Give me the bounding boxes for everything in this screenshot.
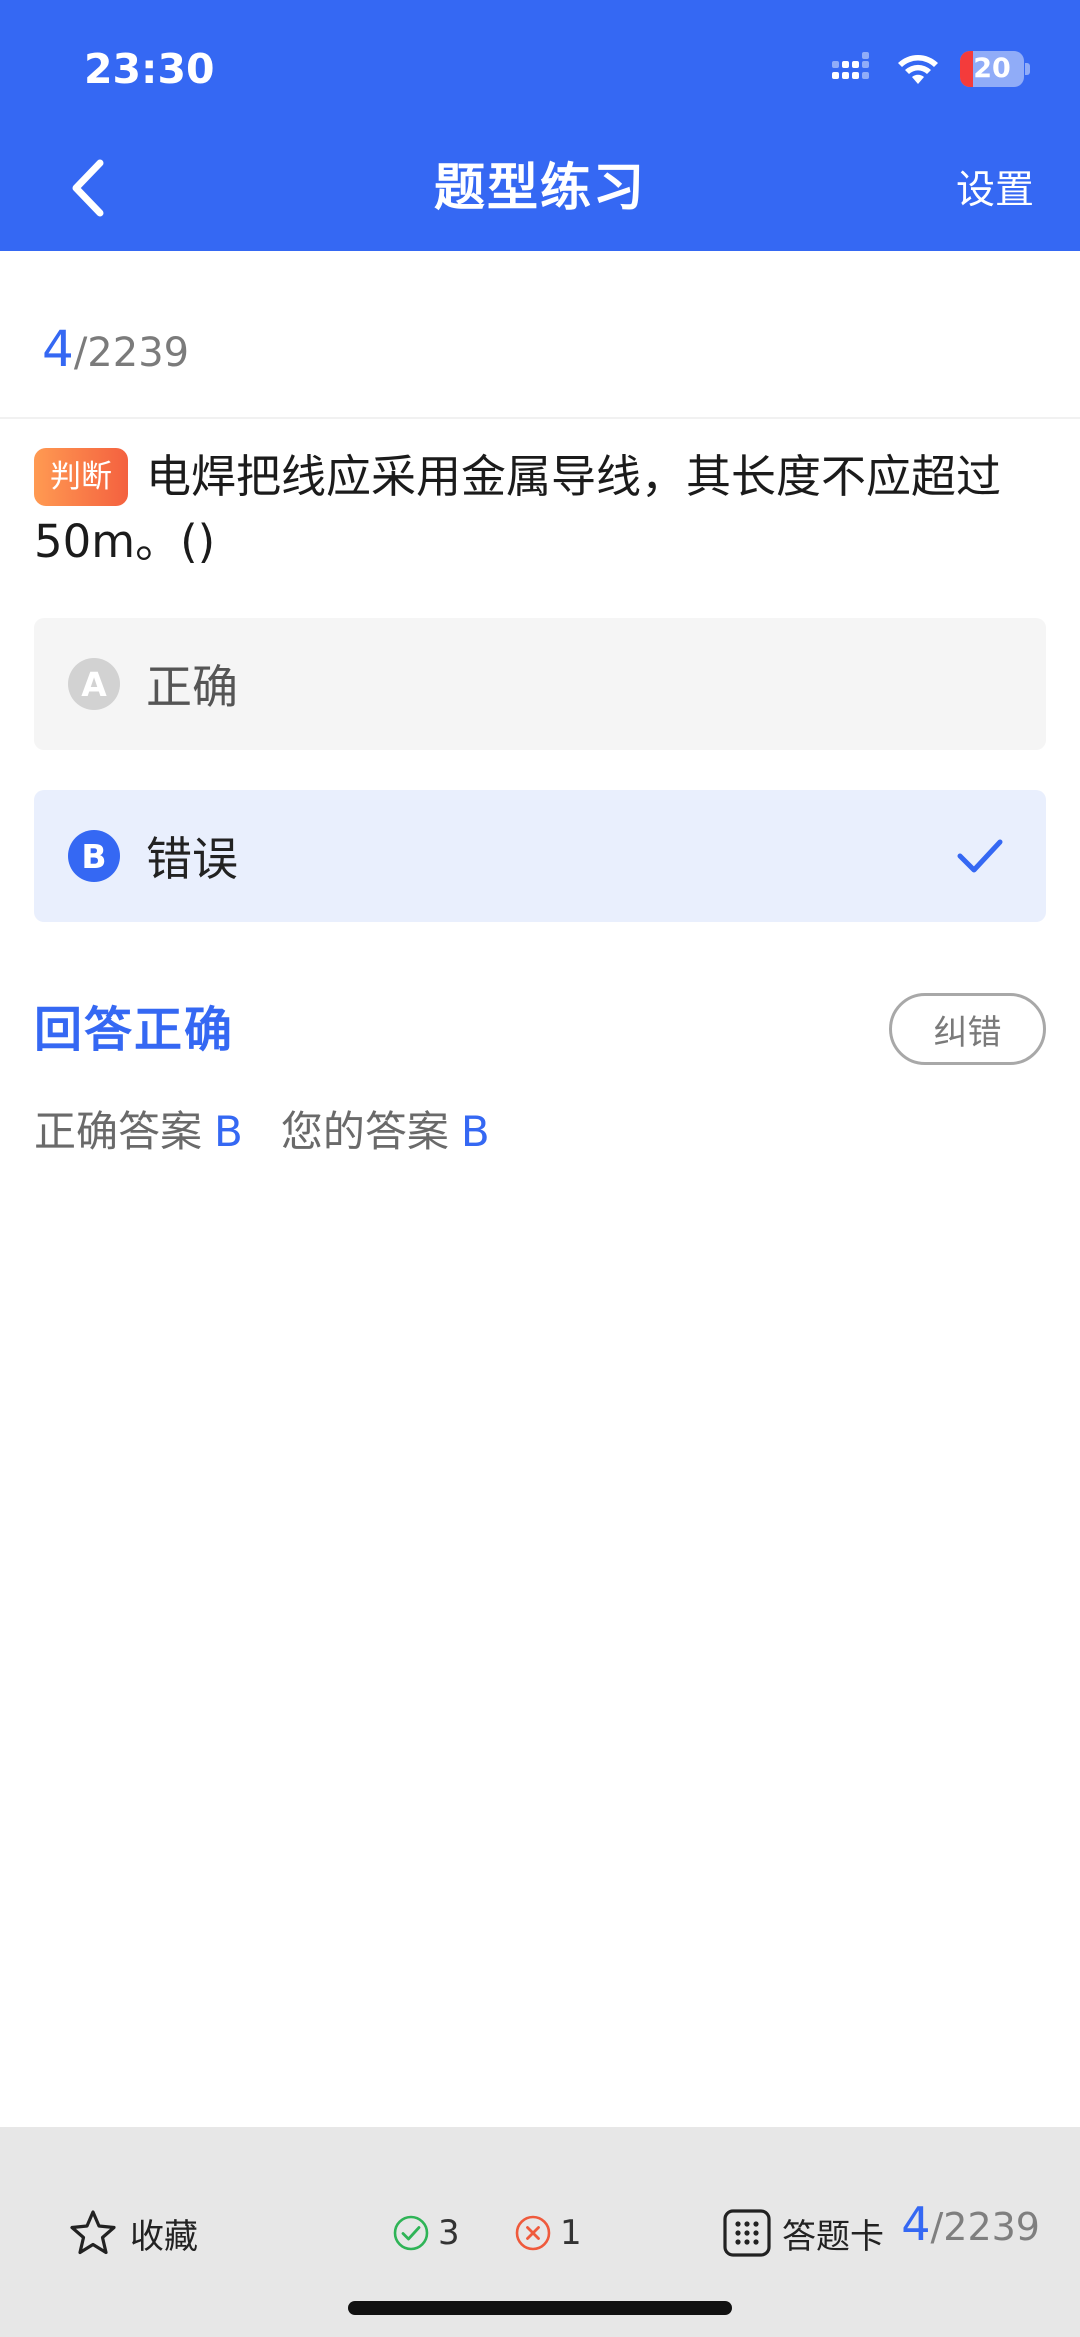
progress-separator: / xyxy=(73,330,88,376)
question: 判断 电焊把线应采用金属导线，其长度不应超过50m。() xyxy=(34,444,1044,574)
status-icons: 20 xyxy=(830,47,1030,91)
favorite-button[interactable]: 收藏 xyxy=(68,2201,198,2265)
report-error-button[interactable]: 纠错 xyxy=(889,993,1046,1065)
battery-icon: 20 xyxy=(960,51,1030,87)
your-answer-label: 您的答案 xyxy=(280,1107,449,1156)
option-text: 正确 xyxy=(146,660,238,714)
correct-answer-label: 正确答案 xyxy=(34,1107,203,1156)
status-time: 23:30 xyxy=(84,45,215,93)
option-letter: A xyxy=(68,658,120,710)
progress-current: 4 xyxy=(42,320,74,378)
question-progress: 4 / 2239 xyxy=(42,320,189,380)
option-letter: B xyxy=(68,830,120,882)
divider xyxy=(0,417,1080,419)
question-text: 电焊把线应采用金属导线，其长度不应超过50m。() xyxy=(34,450,1002,568)
home-indicator[interactable] xyxy=(348,2301,732,2315)
header: 23:30 20 题型练习 设置 xyxy=(0,0,1080,251)
x-circle-icon xyxy=(515,2215,551,2251)
favorite-label: 收藏 xyxy=(130,2216,198,2257)
bottom-progress-current: 4 xyxy=(901,2197,931,2251)
star-icon xyxy=(70,2210,116,2255)
bottom-progress-total: 2239 xyxy=(943,2205,1040,2249)
result-title: 回答正确 xyxy=(34,1002,235,1058)
check-circle-icon xyxy=(393,2215,429,2251)
answer-card-label: 答题卡 xyxy=(782,2216,884,2257)
correct-count: 3 xyxy=(392,2201,460,2265)
correct-answer-value: B xyxy=(214,1107,243,1156)
page-title: 题型练习 xyxy=(433,159,646,218)
option-a[interactable]: A 正确 xyxy=(34,618,1046,750)
bottom-progress-separator: / xyxy=(930,2205,944,2249)
wrong-count-value: 1 xyxy=(560,2213,582,2253)
wifi-icon xyxy=(898,55,938,84)
correct-count-value: 3 xyxy=(438,2213,460,2253)
wrong-count: 1 xyxy=(514,2201,582,2265)
option-b[interactable]: B 错误 xyxy=(34,790,1046,922)
battery-level: 20 xyxy=(973,53,1011,84)
answer-summary: 正确答案 B 您的答案 B xyxy=(34,1102,490,1162)
settings-button[interactable]: 设置 xyxy=(956,166,1034,216)
signal-icon xyxy=(832,52,869,79)
grid-icon xyxy=(723,2209,771,2257)
your-answer-value: B xyxy=(460,1107,490,1156)
progress-total: 2239 xyxy=(87,330,190,376)
app-screen: 23:30 20 题型练习 设置 4 / 2239 判断 电焊把线应采用金属导线… xyxy=(0,0,1080,2337)
option-text: 错误 xyxy=(146,832,238,886)
bottom-progress: 4 / 2239 xyxy=(901,2197,1040,2267)
question-type-tag: 判断 xyxy=(34,448,128,506)
checkmark-icon xyxy=(957,839,1003,873)
answer-card-button[interactable]: 答题卡 xyxy=(722,2201,884,2265)
